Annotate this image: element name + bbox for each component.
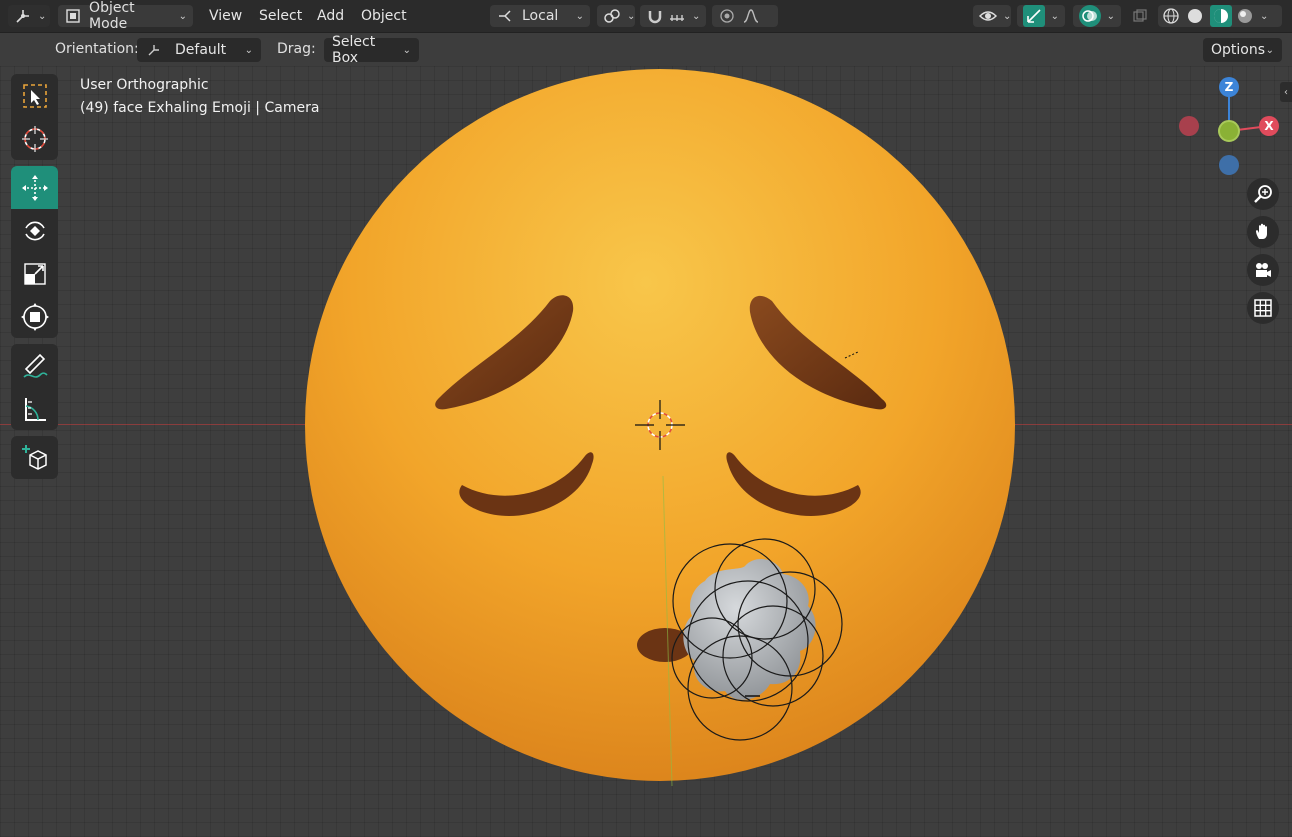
- chevron-down-icon: ⌄: [1106, 10, 1115, 22]
- drag-dropdown[interactable]: Select Box ⌄: [324, 34, 419, 66]
- material-preview-shading-icon[interactable]: [1210, 5, 1232, 27]
- chevron-down-icon: ⌄: [178, 10, 187, 22]
- xray-toggle[interactable]: [1131, 5, 1151, 27]
- rotate-tool[interactable]: [11, 209, 58, 252]
- drag-label: Drag:: [277, 41, 316, 57]
- options-label: Options: [1211, 42, 1266, 58]
- menu-add[interactable]: Add: [317, 5, 344, 27]
- view-name: User Orthographic: [80, 77, 209, 93]
- chevron-down-icon: ⌄: [1050, 10, 1059, 22]
- scale-icon: [23, 262, 46, 285]
- transform-tool[interactable]: [11, 295, 58, 338]
- gizmo-neg-x-axis[interactable]: [1179, 116, 1199, 136]
- select-box-tool[interactable]: [11, 74, 58, 117]
- camera-icon: [1256, 263, 1271, 277]
- select-box-icon: [22, 83, 47, 108]
- drag-value: Select Box: [332, 34, 376, 66]
- 3d-viewport[interactable]: User Orthographic (49) face Exhaling Emo…: [0, 66, 1292, 837]
- snap-increment-icon: [668, 7, 686, 25]
- menu-select[interactable]: Select: [259, 5, 302, 27]
- scene-render: [305, 69, 1015, 787]
- mode-dropdown[interactable]: Object Mode ⌄: [58, 0, 193, 32]
- orientation-axes-icon: [145, 41, 163, 59]
- menu-object[interactable]: Object: [361, 5, 407, 27]
- chevron-down-icon: ⌄: [1003, 10, 1012, 22]
- options-dropdown[interactable]: Options ⌄: [1203, 38, 1282, 62]
- chevron-down-icon: ⌄: [402, 44, 411, 56]
- axes-editor-icon: [14, 7, 32, 25]
- pan-button[interactable]: [1247, 216, 1279, 248]
- perspective-toggle-button[interactable]: [1247, 292, 1279, 324]
- cursor-tool[interactable]: [11, 117, 58, 160]
- orientation-dropdown[interactable]: Default ⌄: [137, 38, 261, 62]
- rendered-shading-icon[interactable]: [1236, 7, 1254, 25]
- object-info: (49) face Exhaling Emoji | Camera: [80, 100, 320, 116]
- overlays-toggle-group[interactable]: ⌄: [1073, 5, 1121, 27]
- camera-view-button[interactable]: [1247, 254, 1279, 286]
- measure-ruler-icon: [24, 397, 46, 421]
- snap-group[interactable]: ⌄: [640, 5, 706, 27]
- xray-icon: [1131, 7, 1149, 25]
- gizmo-toggle-group[interactable]: ⌄: [1017, 5, 1065, 27]
- proportional-editing-icon: [718, 7, 736, 25]
- transform-space-label: Local: [522, 8, 559, 24]
- hand-icon: [1256, 223, 1267, 239]
- eye-icon: [979, 7, 997, 25]
- object-mode-icon: [64, 7, 81, 25]
- overlays-icon: [1079, 5, 1101, 27]
- zoom-button[interactable]: [1247, 178, 1279, 210]
- editor-type-button[interactable]: ⌄: [8, 5, 50, 27]
- proportional-editing-group[interactable]: [712, 5, 778, 27]
- gizmo-neg-z-axis[interactable]: [1219, 155, 1239, 175]
- chevron-down-icon: ⌄: [244, 44, 253, 56]
- cursor-icon: [21, 125, 48, 152]
- local-axes-icon: [496, 7, 514, 25]
- add-tool-group: [11, 436, 58, 479]
- scale-tool[interactable]: [11, 252, 58, 295]
- visibility-dropdown[interactable]: ⌄: [973, 5, 1011, 27]
- navigation-gizmo[interactable]: Z X: [1170, 74, 1290, 184]
- orientation-value: Default: [175, 42, 227, 58]
- shading-mode-group[interactable]: ⌄: [1158, 5, 1282, 27]
- transform-tool-group: [11, 166, 58, 338]
- select-tool-group: [11, 74, 58, 160]
- chevron-down-icon: ⌄: [1265, 44, 1274, 56]
- link-pivot-icon: [603, 7, 621, 25]
- annotate-tool-group: [11, 344, 58, 430]
- solid-shading-icon[interactable]: [1186, 7, 1204, 25]
- falloff-curve-icon: [742, 7, 760, 25]
- emoji-face: [305, 69, 1015, 781]
- rotate-icon: [24, 221, 45, 240]
- gizmo-y-axis[interactable]: [1218, 120, 1240, 142]
- measure-tool[interactable]: [11, 387, 58, 430]
- chevron-down-icon: ⌄: [38, 10, 47, 22]
- orientation-label: Orientation:: [55, 41, 139, 57]
- menu-view[interactable]: View: [209, 5, 242, 27]
- grid-icon: [1254, 299, 1272, 317]
- pivot-point-button[interactable]: ⌄: [597, 5, 635, 27]
- transform-icon: [20, 302, 49, 331]
- sidebar-toggle-arrow[interactable]: ‹: [1280, 82, 1292, 102]
- viewport-header: ⌄ Object Mode ⌄ View Select Add Object L…: [0, 0, 1292, 33]
- chevron-down-icon: ⌄: [1260, 10, 1269, 22]
- annotate-pencil-icon: [22, 353, 48, 378]
- chevron-down-icon: ⌄: [627, 10, 636, 22]
- gizmo-z-axis[interactable]: Z: [1219, 77, 1239, 97]
- transform-orientation-dropdown[interactable]: Local ⌄: [490, 5, 590, 27]
- gizmo-icon: [1023, 5, 1045, 27]
- chevron-down-icon: ⌄: [692, 10, 701, 22]
- add-cube-icon: [21, 444, 47, 470]
- move-tool[interactable]: [11, 166, 58, 209]
- mode-label: Object Mode: [89, 0, 135, 32]
- chevron-down-icon: ⌄: [575, 10, 584, 22]
- zoom-icon: [1254, 185, 1272, 203]
- annotate-tool[interactable]: [11, 344, 58, 387]
- gizmo-x-axis[interactable]: X: [1259, 116, 1279, 136]
- wireframe-shading-icon[interactable]: [1162, 7, 1180, 25]
- tool-settings-bar: Orientation: Default ⌄ Drag: Select Box …: [0, 33, 1292, 66]
- move-icon: [21, 174, 48, 201]
- snap-magnet-icon: [646, 7, 664, 25]
- add-cube-tool[interactable]: [11, 436, 58, 479]
